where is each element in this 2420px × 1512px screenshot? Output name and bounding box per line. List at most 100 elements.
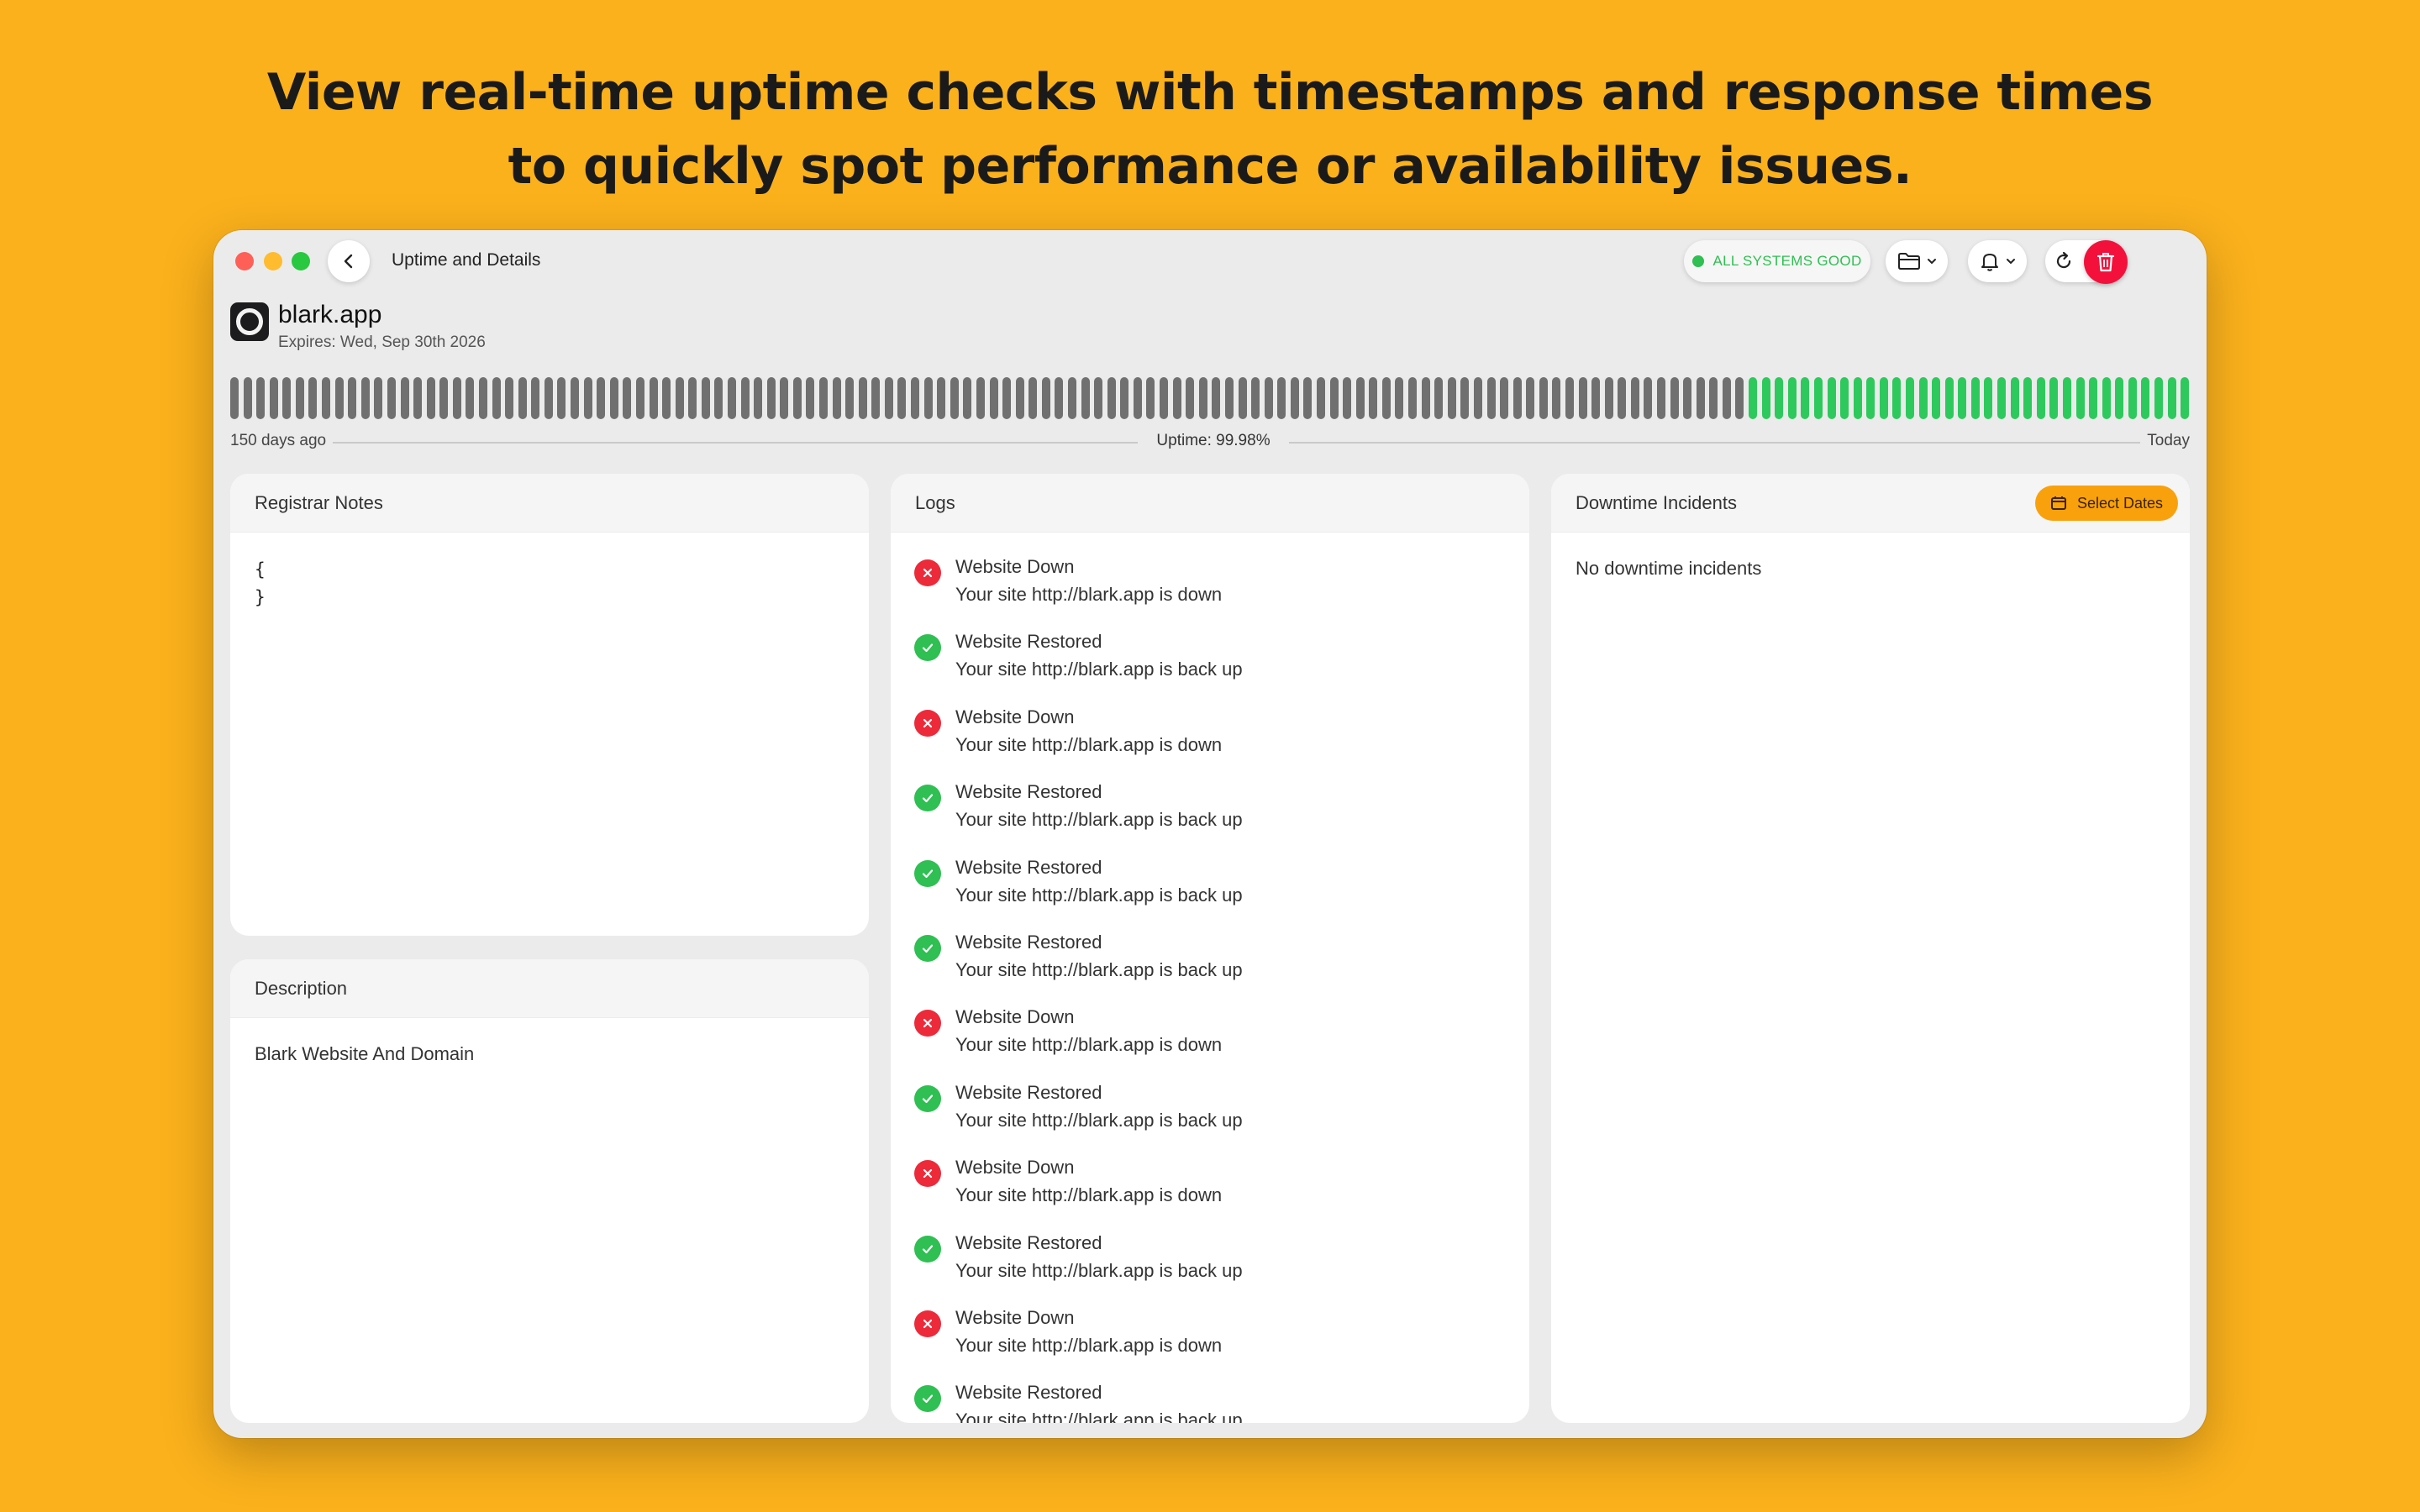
uptime-bar-nodata[interactable] <box>413 377 423 419</box>
uptime-bar-up[interactable] <box>1879 377 1888 419</box>
log-item[interactable]: Website Restored Your site http://blark.a… <box>891 779 1529 853</box>
log-item[interactable]: Website Down Your site http://blark.app i… <box>891 1305 1529 1379</box>
uptime-bar-nodata[interactable] <box>1552 377 1561 419</box>
description-text[interactable]: Blark Website And Domain <box>230 1018 869 1065</box>
uptime-bar-nodata[interactable] <box>1526 377 1535 419</box>
uptime-bar-nodata[interactable] <box>806 377 815 419</box>
uptime-bar-nodata[interactable] <box>544 377 553 419</box>
uptime-bar-nodata[interactable] <box>1055 377 1064 419</box>
uptime-bar-nodata[interactable] <box>1264 377 1273 419</box>
uptime-bar-nodata[interactable] <box>1316 377 1325 419</box>
uptime-bar-nodata[interactable] <box>1735 377 1744 419</box>
uptime-bar-nodata[interactable] <box>1395 377 1404 419</box>
uptime-bar-nodata[interactable] <box>1146 377 1155 419</box>
uptime-bar-nodata[interactable] <box>1408 377 1418 419</box>
uptime-bar-nodata[interactable] <box>1081 377 1090 419</box>
uptime-bar-nodata[interactable] <box>426 377 435 419</box>
uptime-bar-nodata[interactable] <box>583 377 592 419</box>
uptime-bar-nodata[interactable] <box>609 377 618 419</box>
uptime-bar-nodata[interactable] <box>492 377 501 419</box>
uptime-bar-nodata[interactable] <box>780 377 789 419</box>
uptime-bar-up[interactable] <box>2115 377 2124 419</box>
uptime-bar-nodata[interactable] <box>766 377 776 419</box>
uptime-bar-nodata[interactable] <box>1290 377 1299 419</box>
uptime-bar-up[interactable] <box>2089 377 2098 419</box>
uptime-bar-nodata[interactable] <box>571 377 580 419</box>
uptime-bar-up[interactable] <box>1853 377 1862 419</box>
uptime-bar-nodata[interactable] <box>1369 377 1378 419</box>
log-item[interactable]: Website Down Your site http://blark.app i… <box>891 704 1529 779</box>
folder-menu-button[interactable] <box>1886 240 1948 282</box>
uptime-bar-up[interactable] <box>2128 377 2137 419</box>
uptime-bar-nodata[interactable] <box>400 377 409 419</box>
uptime-bar-nodata[interactable] <box>1421 377 1430 419</box>
uptime-bar-up[interactable] <box>1749 377 1758 419</box>
uptime-bar-nodata[interactable] <box>1722 377 1731 419</box>
uptime-bar-nodata[interactable] <box>662 377 671 419</box>
uptime-bar-nodata[interactable] <box>701 377 710 419</box>
uptime-bar-nodata[interactable] <box>282 377 292 419</box>
uptime-bar-up[interactable] <box>2036 377 2045 419</box>
log-item[interactable]: Website Restored Your site http://blark.a… <box>891 854 1529 929</box>
uptime-bar-up[interactable] <box>2010 377 2019 419</box>
uptime-bar-nodata[interactable] <box>1696 377 1705 419</box>
uptime-bar-nodata[interactable] <box>1709 377 1718 419</box>
uptime-bar-nodata[interactable] <box>295 377 304 419</box>
uptime-bar-nodata[interactable] <box>1329 377 1339 419</box>
logs-list[interactable]: Website Down Your site http://blark.app i… <box>891 533 1529 1423</box>
uptime-bar-nodata[interactable] <box>819 377 829 419</box>
uptime-bar-nodata[interactable] <box>360 377 370 419</box>
uptime-bar-nodata[interactable] <box>334 377 344 419</box>
uptime-bar-up[interactable] <box>1892 377 1902 419</box>
uptime-bar-nodata[interactable] <box>1277 377 1286 419</box>
uptime-bar-nodata[interactable] <box>1578 377 1587 419</box>
uptime-bar-nodata[interactable] <box>1683 377 1692 419</box>
uptime-bar-up[interactable] <box>2167 377 2176 419</box>
uptime-bar-nodata[interactable] <box>989 377 998 419</box>
log-item[interactable]: Website Down Your site http://blark.app i… <box>891 554 1529 628</box>
log-item[interactable]: Website Restored Your site http://blark.a… <box>891 1379 1529 1423</box>
uptime-bar-nodata[interactable] <box>505 377 514 419</box>
uptime-bar-nodata[interactable] <box>1160 377 1169 419</box>
uptime-bar-nodata[interactable] <box>452 377 461 419</box>
uptime-bar-nodata[interactable] <box>478 377 487 419</box>
uptime-bar-nodata[interactable] <box>243 377 252 419</box>
uptime-bar-nodata[interactable] <box>792 377 802 419</box>
uptime-bar-up[interactable] <box>1984 377 1993 419</box>
uptime-bar-nodata[interactable] <box>1447 377 1456 419</box>
uptime-bar-nodata[interactable] <box>269 377 278 419</box>
uptime-bar-nodata[interactable] <box>1434 377 1444 419</box>
uptime-bar-up[interactable] <box>2102 377 2111 419</box>
uptime-bar-nodata[interactable] <box>623 377 632 419</box>
uptime-bar-up[interactable] <box>1866 377 1876 419</box>
uptime-bar-nodata[interactable] <box>387 377 396 419</box>
uptime-bar-up[interactable] <box>1932 377 1941 419</box>
log-item[interactable]: Website Restored Your site http://blark.a… <box>891 929 1529 1004</box>
uptime-bar-nodata[interactable] <box>937 377 946 419</box>
log-item[interactable]: Website Restored Your site http://blark.a… <box>891 1079 1529 1154</box>
uptime-bar-nodata[interactable] <box>1670 377 1679 419</box>
uptime-bar-nodata[interactable] <box>950 377 959 419</box>
uptime-bar-up[interactable] <box>1801 377 1810 419</box>
log-item[interactable]: Website Down Your site http://blark.app i… <box>891 1154 1529 1229</box>
uptime-bar-nodata[interactable] <box>884 377 893 419</box>
uptime-bar-nodata[interactable] <box>1120 377 1129 419</box>
uptime-bar-up[interactable] <box>1944 377 1954 419</box>
uptime-bar-up[interactable] <box>1813 377 1823 419</box>
uptime-bar-nodata[interactable] <box>1198 377 1207 419</box>
uptime-bar-nodata[interactable] <box>597 377 606 419</box>
uptime-bar-nodata[interactable] <box>1460 377 1470 419</box>
uptime-bar-nodata[interactable] <box>754 377 763 419</box>
uptime-bar-nodata[interactable] <box>1133 377 1142 419</box>
log-item[interactable]: Website Restored Your site http://blark.a… <box>891 628 1529 703</box>
uptime-bar-up[interactable] <box>1918 377 1928 419</box>
uptime-bar-nodata[interactable] <box>308 377 318 419</box>
uptime-bar-nodata[interactable] <box>256 377 266 419</box>
window-minimize-button[interactable] <box>264 252 282 270</box>
uptime-bar-nodata[interactable] <box>439 377 449 419</box>
uptime-bar-nodata[interactable] <box>1068 377 1076 419</box>
uptime-bar-nodata[interactable] <box>871 377 881 419</box>
uptime-bar-nodata[interactable] <box>911 377 920 419</box>
uptime-bar-nodata[interactable] <box>374 377 383 419</box>
select-dates-button[interactable]: Select Dates <box>2034 486 2178 521</box>
